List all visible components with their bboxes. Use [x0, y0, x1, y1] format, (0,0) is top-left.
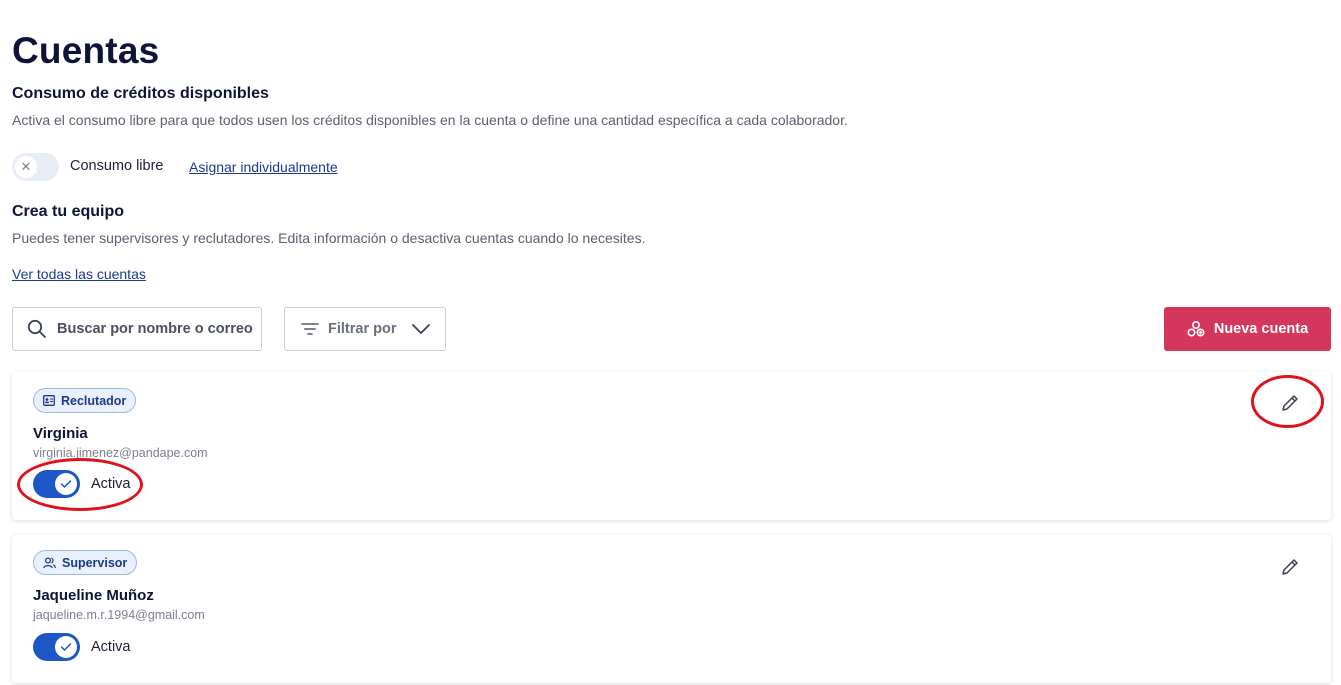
- role-badge: Supervisor: [33, 550, 138, 575]
- pencil-icon: [1280, 393, 1300, 413]
- credits-section-description: Activa el consumo libre para que todos u…: [12, 112, 848, 128]
- account-card: Reclutador Virginia virginia.jimenez@pan…: [12, 372, 1331, 520]
- page-title: Cuentas: [12, 30, 160, 71]
- account-name: Jaqueline Muñoz: [33, 587, 154, 604]
- account-status-toggle[interactable]: [33, 470, 80, 498]
- check-icon: [55, 473, 77, 495]
- filter-icon: [301, 322, 319, 336]
- filter-label: Filtrar por: [328, 321, 397, 337]
- account-status-label: Activa: [91, 639, 131, 655]
- search-icon: [27, 319, 47, 339]
- assign-individually-link[interactable]: Asignar individualmente: [189, 159, 338, 175]
- edit-account-button[interactable]: [1279, 392, 1301, 414]
- search-box[interactable]: [12, 307, 262, 351]
- role-badge: Reclutador: [33, 388, 137, 413]
- filter-dropdown[interactable]: Filtrar por: [284, 307, 446, 351]
- users-icon: [43, 556, 56, 569]
- pencil-icon: [1280, 557, 1300, 577]
- team-section-title: Crea tu equipo: [12, 203, 125, 220]
- account-card: Supervisor Jaqueline Muñoz jaqueline.m.r…: [12, 535, 1331, 683]
- account-email: virginia.jimenez@pandape.com: [33, 446, 208, 460]
- close-icon: ✕: [15, 156, 37, 178]
- new-account-button[interactable]: Nueva cuenta: [1164, 307, 1331, 351]
- edit-account-button[interactable]: [1279, 556, 1301, 578]
- new-account-label: Nueva cuenta: [1213, 321, 1309, 337]
- view-all-accounts-link[interactable]: Ver todas las cuentas: [12, 266, 146, 282]
- credits-section-title: Consumo de créditos disponibles: [12, 85, 269, 102]
- search-input[interactable]: [57, 321, 257, 337]
- account-name: Virginia: [33, 425, 88, 442]
- account-status-toggle[interactable]: [33, 633, 80, 661]
- free-consumption-label: Consumo libre: [70, 158, 164, 174]
- chevron-down-icon: [412, 324, 431, 334]
- check-icon: [55, 636, 77, 658]
- account-status-label: Activa: [91, 476, 131, 492]
- account-email: jaqueline.m.r.1994@gmail.com: [33, 608, 205, 622]
- add-users-icon: [1187, 320, 1205, 338]
- role-label: Supervisor: [62, 555, 128, 570]
- role-label: Reclutador: [61, 393, 127, 408]
- free-consumption-toggle[interactable]: ✕: [12, 153, 59, 181]
- team-section-description: Puedes tener supervisores y reclutadores…: [12, 230, 646, 246]
- id-card-icon: [43, 395, 55, 406]
